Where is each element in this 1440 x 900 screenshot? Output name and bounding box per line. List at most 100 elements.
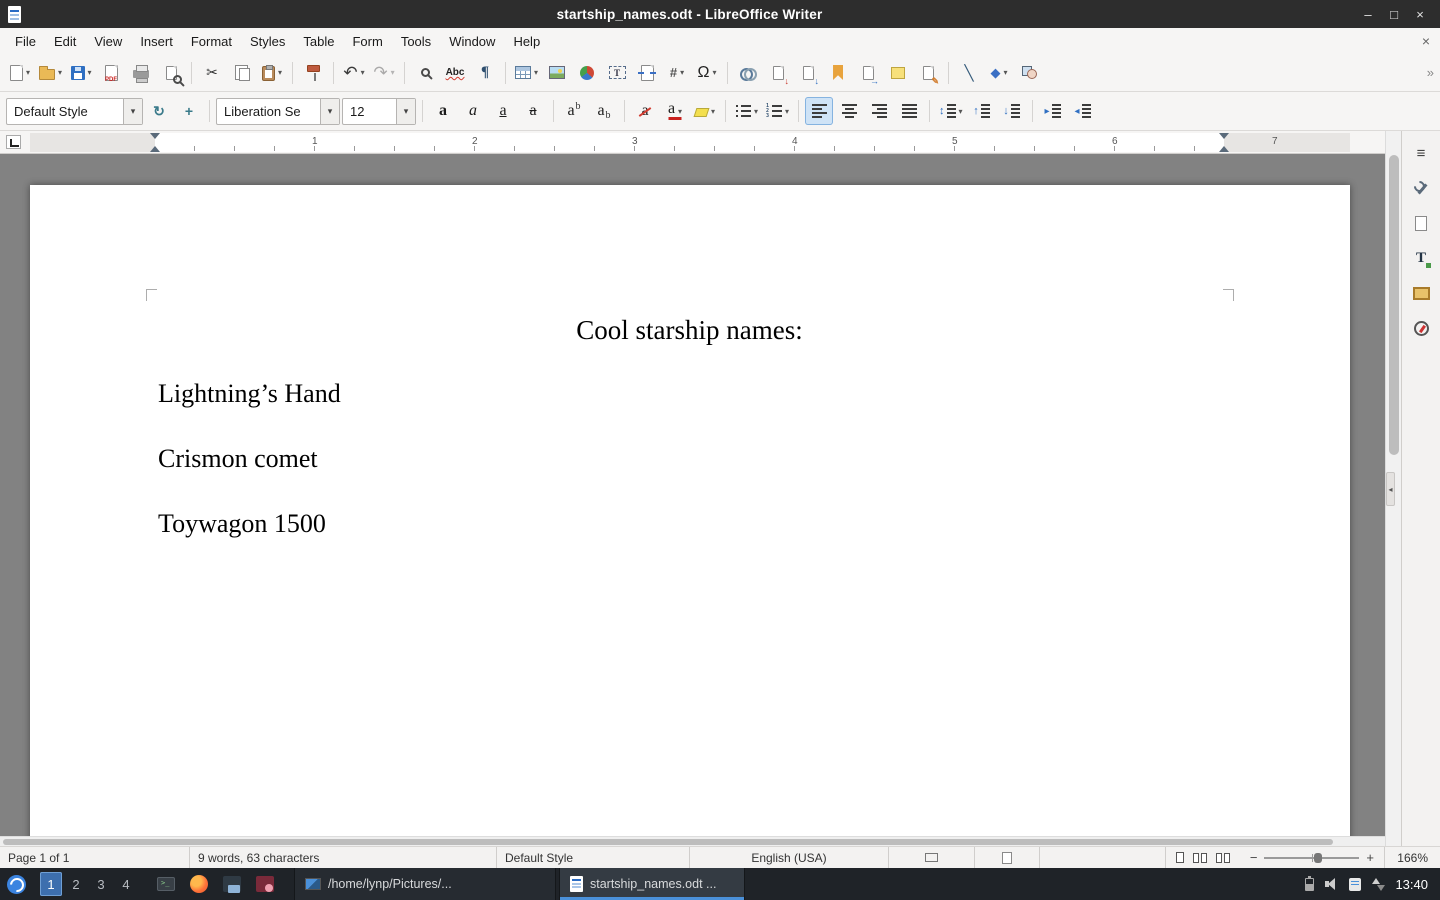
horizontal-scrollbar[interactable] xyxy=(0,836,1385,846)
bold-button[interactable]: a xyxy=(429,97,457,125)
menu-file[interactable]: File xyxy=(6,30,45,53)
sidebar-collapse-handle[interactable]: ◂ xyxy=(1386,472,1395,506)
insert-text-box-button[interactable]: T xyxy=(603,59,631,87)
workspace-1-button[interactable]: 1 xyxy=(40,872,62,896)
increase-indent-button[interactable]: ▸ xyxy=(1039,97,1067,125)
insert-comment-button[interactable] xyxy=(884,59,912,87)
export-pdf-button[interactable]: PDF xyxy=(97,59,125,87)
font-size-dropdown-icon[interactable]: ▾ xyxy=(396,99,415,124)
selection-mode-status[interactable] xyxy=(889,847,975,868)
sidebar-settings-button[interactable]: ≡ xyxy=(1407,139,1435,167)
menu-window[interactable]: Window xyxy=(440,30,504,53)
workspace-2-button[interactable]: 2 xyxy=(65,872,87,896)
horizontal-scrollbar-thumb[interactable] xyxy=(3,839,1333,845)
align-justify-button[interactable] xyxy=(895,97,923,125)
menu-edit[interactable]: Edit xyxy=(45,30,85,53)
notes-tray-icon[interactable] xyxy=(1349,878,1361,891)
right-indent-marker-top[interactable] xyxy=(1219,133,1229,139)
zoom-level[interactable]: 166% xyxy=(1384,847,1440,868)
toolbar-overflow-button[interactable]: » xyxy=(1427,65,1434,80)
maximize-button[interactable]: □ xyxy=(1384,4,1404,24)
document-page[interactable]: Cool starship names: Lightning’s Hand Cr… xyxy=(30,185,1350,836)
font-name-combo[interactable]: Liberation Se ▾ xyxy=(216,98,340,125)
network-icon[interactable] xyxy=(1372,878,1384,891)
paragraph-style-combo[interactable]: Default Style ▾ xyxy=(6,98,143,125)
menu-insert[interactable]: Insert xyxy=(131,30,182,53)
spelling-button[interactable]: Abc xyxy=(441,59,469,87)
line-spacing-button[interactable]: ↕ xyxy=(936,97,966,125)
sidebar-navigator-button[interactable] xyxy=(1407,314,1435,342)
single-page-view-button[interactable] xyxy=(1176,852,1184,863)
first-line-indent-marker[interactable] xyxy=(150,133,160,139)
open-button[interactable] xyxy=(36,59,65,87)
volume-icon[interactable] xyxy=(1325,878,1338,890)
save-button[interactable] xyxy=(67,59,95,87)
align-center-button[interactable] xyxy=(835,97,863,125)
file-manager-launcher[interactable] xyxy=(219,871,245,897)
menu-styles[interactable]: Styles xyxy=(241,30,294,53)
left-indent-marker[interactable] xyxy=(150,146,160,152)
align-left-button[interactable] xyxy=(805,97,833,125)
multi-page-view-button[interactable] xyxy=(1193,853,1207,863)
terminal-launcher[interactable] xyxy=(153,871,179,897)
zoom-slider-knob[interactable] xyxy=(1314,853,1322,863)
paragraph-style-dropdown-icon[interactable]: ▾ xyxy=(123,99,142,124)
book-view-button[interactable] xyxy=(1216,853,1230,863)
numbered-list-button[interactable] xyxy=(763,97,792,125)
clear-formatting-button[interactable]: a xyxy=(631,97,659,125)
highlight-color-button[interactable] xyxy=(691,97,719,125)
insert-special-character-button[interactable]: Ω xyxy=(693,59,721,87)
insert-hyperlink-button[interactable] xyxy=(734,59,762,87)
zoom-out-button[interactable]: − xyxy=(1250,850,1258,865)
workspace-3-button[interactable]: 3 xyxy=(90,872,112,896)
sidebar-properties-button[interactable] xyxy=(1407,174,1435,202)
find-replace-button[interactable] xyxy=(411,59,439,87)
insert-line-button[interactable]: ╲ xyxy=(955,59,983,87)
paste-button[interactable] xyxy=(258,59,286,87)
basic-shapes-button[interactable]: ◆ xyxy=(985,59,1013,87)
menu-view[interactable]: View xyxy=(85,30,131,53)
sidebar-styles-button[interactable]: T xyxy=(1407,244,1435,272)
print-preview-button[interactable] xyxy=(157,59,185,87)
underline-button[interactable]: a xyxy=(489,97,517,125)
align-right-button[interactable] xyxy=(865,97,893,125)
formatting-marks-button[interactable]: ¶ xyxy=(471,59,499,87)
page-style-status[interactable]: Default Style xyxy=(497,847,690,868)
clone-formatting-button[interactable] xyxy=(299,59,327,87)
applications-menu-button[interactable] xyxy=(0,868,32,900)
font-size-combo[interactable]: 12 ▾ xyxy=(342,98,416,125)
minimize-button[interactable]: – xyxy=(1358,4,1378,24)
word-count-status[interactable]: 9 words, 63 characters xyxy=(190,847,497,868)
font-name-dropdown-icon[interactable]: ▾ xyxy=(320,99,339,124)
bullet-list-button[interactable] xyxy=(732,97,761,125)
tab-stop-selector[interactable] xyxy=(6,135,21,149)
document-modified-status[interactable] xyxy=(975,847,1040,868)
sidebar-page-button[interactable] xyxy=(1407,209,1435,237)
zoom-slider[interactable] xyxy=(1264,857,1359,859)
insert-field-button[interactable]: # xyxy=(663,59,691,87)
print-button[interactable] xyxy=(127,59,155,87)
font-color-button[interactable]: a xyxy=(661,97,689,125)
workspace-4-button[interactable]: 4 xyxy=(115,872,137,896)
close-button[interactable]: × xyxy=(1410,4,1430,24)
right-indent-marker[interactable] xyxy=(1219,146,1229,152)
copy-button[interactable] xyxy=(228,59,256,87)
strikethrough-button[interactable]: a xyxy=(519,97,547,125)
insert-image-button[interactable] xyxy=(543,59,571,87)
redo-button[interactable]: ↷ xyxy=(370,59,398,87)
insert-cross-reference-button[interactable]: → xyxy=(854,59,882,87)
battery-icon[interactable] xyxy=(1305,878,1314,891)
close-document-button[interactable]: × xyxy=(1422,33,1430,49)
insert-table-button[interactable] xyxy=(512,59,541,87)
track-changes-button[interactable]: ✎ xyxy=(914,59,942,87)
update-style-button[interactable]: ↻ xyxy=(145,97,173,125)
increase-paragraph-spacing-button[interactable]: ↑ xyxy=(968,97,996,125)
cut-button[interactable]: ✂ xyxy=(198,59,226,87)
language-status[interactable]: English (USA) xyxy=(690,847,889,868)
vertical-scrollbar-thumb[interactable] xyxy=(1389,155,1399,455)
menu-table[interactable]: Table xyxy=(294,30,343,53)
undo-button[interactable]: ↶ xyxy=(340,59,368,87)
superscript-button[interactable]: ab xyxy=(560,97,588,125)
menu-form[interactable]: Form xyxy=(343,30,391,53)
page-count-status[interactable]: Page 1 of 1 xyxy=(0,847,190,868)
